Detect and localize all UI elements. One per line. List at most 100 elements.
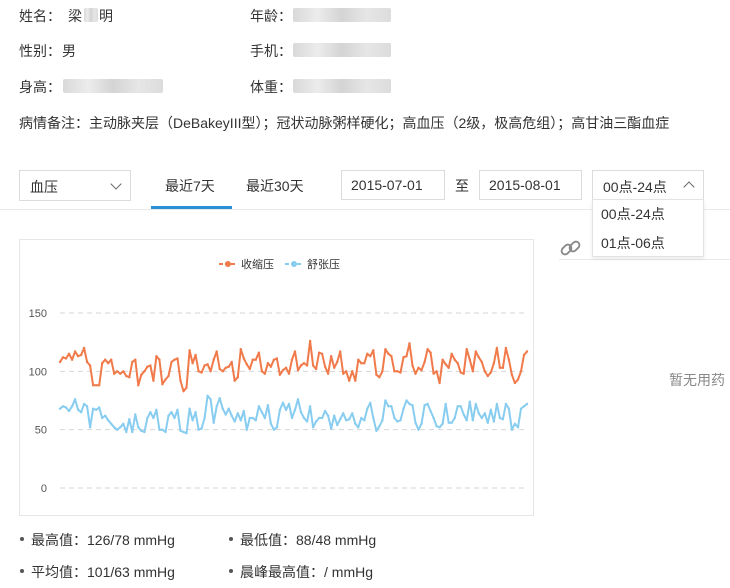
data-point (414, 421, 417, 424)
data-point (468, 358, 471, 361)
data-point (107, 362, 110, 365)
data-point (435, 425, 438, 428)
data-point (200, 371, 203, 374)
stat-peak: 晨峰最高值：/ mmHg (229, 562, 373, 582)
data-point (173, 416, 176, 420)
data-point (116, 428, 119, 431)
bp-chart-panel: 0 50 100 150 收缩压 舒张压 (19, 239, 534, 516)
data-point (360, 416, 363, 420)
data-point (173, 358, 176, 361)
data-point (140, 373, 143, 376)
legend-label: 舒张压 (307, 257, 340, 271)
time-option-1-6[interactable]: 01点-06点 (601, 233, 665, 253)
data-point (146, 365, 149, 368)
data-point (179, 379, 182, 382)
chevron-down-icon (110, 178, 122, 190)
data-point (507, 358, 511, 361)
data-point (495, 346, 499, 350)
data-point (474, 350, 477, 353)
data-point (396, 370, 399, 373)
data-point (513, 422, 517, 425)
data-point (330, 427, 333, 430)
data-point (405, 399, 408, 402)
tab-last-7-days[interactable]: 最近7天 (165, 176, 215, 196)
time-range-select[interactable]: 00点-24点 (592, 170, 704, 200)
data-point (348, 379, 351, 382)
data-point (372, 349, 375, 352)
data-point (441, 422, 444, 425)
data-point (88, 426, 92, 429)
data-point (311, 364, 315, 367)
data-point (317, 416, 321, 420)
data-point (206, 363, 209, 366)
data-point (339, 350, 342, 353)
data-point (67, 352, 71, 355)
data-point (495, 402, 499, 406)
data-point (101, 416, 104, 420)
data-point (155, 355, 158, 358)
to-label: 至 (455, 178, 469, 194)
data-point (426, 402, 429, 406)
data-point (143, 370, 146, 373)
data-point (432, 372, 435, 375)
date-from-input[interactable]: 2015-07-01 (341, 170, 445, 200)
data-point (137, 426, 140, 429)
data-point (465, 419, 468, 422)
data-point (339, 418, 342, 421)
data-point (480, 416, 483, 420)
data-point (58, 360, 62, 364)
bp-chart: 0 50 100 150 收缩压 舒张压 (29, 257, 529, 495)
data-point (95, 384, 98, 387)
age-label: 年龄： (250, 8, 292, 24)
data-point (82, 346, 86, 350)
data-point (486, 421, 489, 424)
data-point (330, 355, 333, 358)
time-option-0-24[interactable]: 00点-24点 (601, 204, 665, 224)
data-point (525, 350, 529, 353)
notes-value: 主动脉夹层（DeBakeyIII型）；冠状动脉粥样硬化；高血压（2级，极高危组）… (89, 115, 670, 131)
data-point (363, 362, 366, 365)
data-point (233, 379, 236, 382)
data-point (405, 355, 408, 358)
data-point (296, 398, 300, 401)
data-point (194, 411, 197, 414)
data-point (245, 428, 248, 431)
stat-peak-label: 晨峰最高值： (240, 564, 324, 580)
data-point (456, 405, 459, 408)
data-point (308, 339, 312, 343)
data-point (342, 372, 345, 375)
age-redaction (293, 8, 391, 22)
data-point (230, 360, 233, 364)
data-point (336, 423, 339, 427)
data-point (432, 416, 435, 420)
data-point (209, 398, 212, 401)
date-to-input[interactable]: 2015-08-01 (479, 170, 582, 200)
data-point (79, 411, 83, 414)
stat-avg: 平均值：101/63 mmHg (20, 562, 175, 582)
data-point (98, 384, 101, 387)
data-point (498, 366, 502, 369)
data-point (85, 360, 89, 364)
tab-last-30-days[interactable]: 最近30天 (246, 176, 304, 196)
data-point (372, 416, 375, 420)
data-point (158, 428, 161, 431)
data-point (88, 364, 92, 367)
y-tick-label: 100 (29, 366, 47, 378)
data-point (402, 356, 405, 359)
data-point (408, 402, 411, 406)
data-point (293, 350, 297, 353)
bullet-icon (20, 537, 24, 542)
data-point (233, 420, 236, 423)
data-point (354, 422, 357, 425)
stat-max-label: 最高值： (31, 532, 87, 548)
data-point (236, 412, 239, 415)
legend-marker (225, 261, 231, 267)
data-point (299, 364, 303, 367)
data-point (438, 381, 441, 385)
data-point (345, 419, 348, 422)
data-point (314, 420, 318, 423)
metric-select[interactable]: 血压 (19, 170, 131, 201)
data-point (402, 407, 405, 410)
weight-label: 体重： (250, 79, 292, 95)
data-point (357, 426, 360, 429)
